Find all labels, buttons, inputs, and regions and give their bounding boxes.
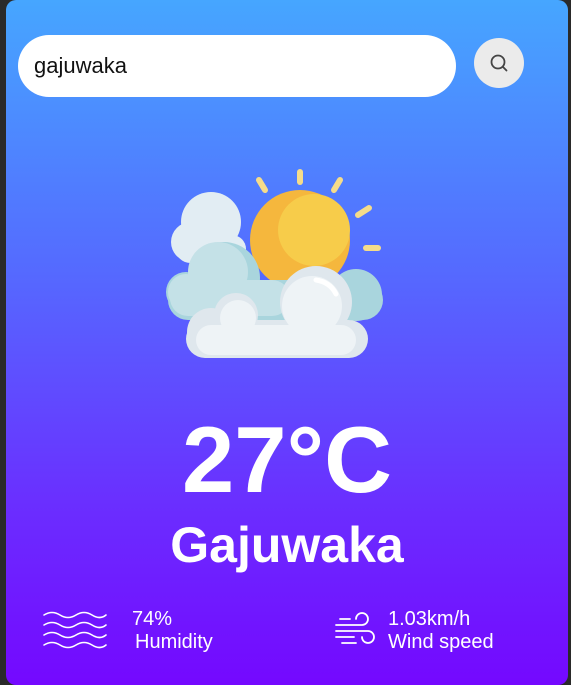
search-icon — [490, 54, 508, 72]
humidity-waves-icon — [43, 611, 107, 649]
sun-behind-clouds-icon — [166, 169, 383, 358]
wind-icon — [335, 612, 375, 644]
search-input[interactable] — [32, 52, 442, 80]
humidity-stat: 74% Humidity — [42, 608, 213, 654]
city-name: Gajuwaka — [170, 517, 404, 573]
temperature: 27°C — [181, 407, 393, 512]
wind-stat: 1.03km/h Wind speed — [334, 608, 494, 654]
search-button[interactable] — [474, 38, 524, 88]
search-bar[interactable] — [18, 35, 456, 97]
humidity-value: 74% — [132, 608, 173, 630]
wind-value: 1.03km/h — [388, 608, 471, 630]
weather-card: 27°C Gajuwaka 74% Humidity — [6, 0, 568, 685]
humidity-label: Humidity — [135, 631, 213, 653]
wind-label: Wind speed — [388, 631, 494, 653]
